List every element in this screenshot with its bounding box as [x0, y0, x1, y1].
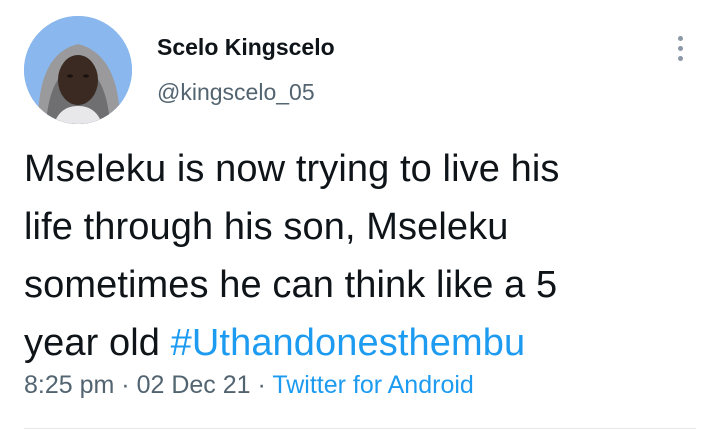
tweet-text-line: Mseleku is now trying to live his	[24, 148, 560, 190]
tweet-text-line: sometimes he can think like a 5	[24, 264, 558, 306]
tweet-card: Scelo Kingscelo @kingscelo_05 Mseleku is…	[0, 0, 720, 437]
more-vertical-icon-dot	[677, 55, 683, 61]
avatar-image	[24, 16, 132, 124]
tweet-time[interactable]: 8:25 pm	[24, 371, 114, 399]
avatar[interactable]	[24, 16, 132, 124]
more-options-button[interactable]	[668, 30, 692, 66]
user-handle[interactable]: @kingscelo_05	[157, 79, 315, 106]
meta-separator: ·	[257, 371, 266, 399]
tweet-text-last-line: year old	[24, 322, 171, 364]
tweet-text-line: year old #Uthandonesthembu	[24, 314, 704, 372]
more-vertical-icon-dot	[677, 45, 683, 51]
more-vertical-icon	[677, 35, 683, 41]
divider	[24, 428, 696, 429]
display-name[interactable]: Scelo Kingscelo	[157, 34, 335, 61]
tweet-text: Mseleku is now trying to live his life t…	[24, 140, 704, 372]
meta-separator: ·	[121, 371, 130, 399]
tweet-date[interactable]: 02 Dec 21	[137, 371, 251, 399]
tweet-source-link[interactable]: Twitter for Android	[272, 371, 473, 399]
hashtag-link[interactable]: #Uthandonesthembu	[171, 322, 526, 364]
tweet-meta: 8:25 pm · 02 Dec 21 · Twitter for Androi…	[24, 371, 474, 400]
tweet-text-line: life through his son, Mseleku	[24, 206, 509, 248]
